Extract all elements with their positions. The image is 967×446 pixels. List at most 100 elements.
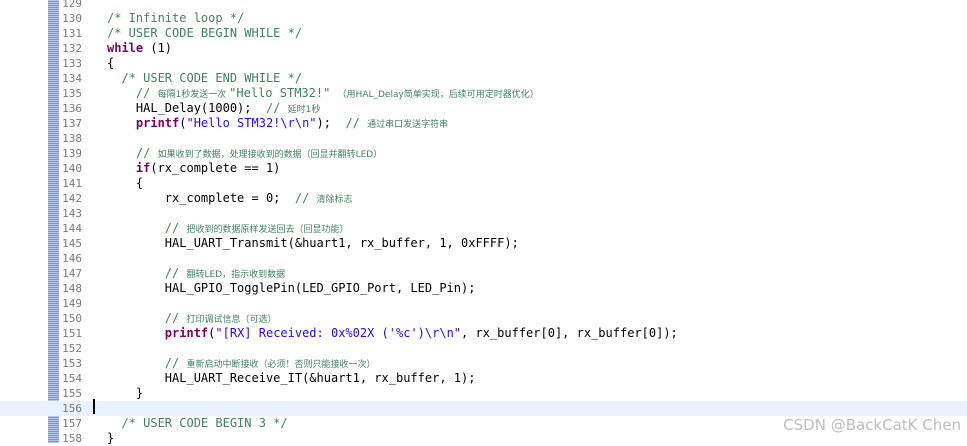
line-number: 133 — [62, 57, 82, 70]
line-number: 134 — [62, 72, 82, 85]
code-token: 翻转LED，指示收到数据 — [186, 270, 286, 280]
code-token: // — [107, 266, 187, 280]
code-line[interactable]: 142 rx_complete = 0; // 清除标志 — [0, 191, 967, 206]
line-number: 140 — [62, 162, 82, 175]
code-token: 如果收到了数据，处理接收到的数据（回显并翻转LED） — [157, 150, 383, 160]
code-line[interactable]: 151 printf("[RX] Received: 0x%02X ('%c')… — [0, 326, 967, 341]
code-text: { — [107, 56, 114, 71]
code-line[interactable]: 153 // 重新启动中断接收（必须！否则只能接收一次） — [0, 356, 967, 371]
code-line[interactable]: 137 printf("Hello STM32!\r\n"); // 通过串口发… — [0, 116, 967, 131]
code-line[interactable]: 147 // 翻转LED，指示收到数据 — [0, 266, 967, 281]
code-editor[interactable]: 129 130 /* Infinite loop */ 131 /* USER CODE… — [0, 0, 967, 446]
line-number: 129 — [62, 0, 82, 10]
line-number: 137 — [62, 117, 82, 130]
line-number: 151 — [62, 327, 82, 340]
line-number: 153 — [62, 357, 82, 370]
line-number: 130 — [62, 12, 82, 25]
line-number: 149 — [62, 297, 82, 310]
code-token: printf — [107, 326, 209, 340]
code-text: } — [107, 431, 114, 446]
code-token: （用HAL_Delay简单实现，后续可用定时器优化） — [337, 90, 539, 100]
code-line[interactable]: 132 while (1) — [0, 41, 967, 56]
line-number: 154 — [62, 372, 82, 385]
code-text: HAL_UART_Transmit(&huart1, rx_buffer, 1,… — [107, 236, 519, 251]
code-token: (rx_complete == 1) — [150, 161, 281, 175]
code-text: /* USER CODE BEGIN 3 */ — [107, 416, 288, 431]
code-token: } — [107, 386, 144, 400]
code-token: // — [107, 221, 187, 235]
code-token: /* Infinite loop */ — [107, 11, 245, 25]
code-line[interactable]: 144 // 把收到的数据原样发送回去（回显功能） — [0, 221, 967, 236]
code-token: 把收到的数据原样发送回去（回显功能） — [186, 225, 349, 235]
line-number: 141 — [62, 177, 82, 190]
code-line[interactable]: 141 { — [0, 176, 967, 191]
code-token: // — [107, 146, 158, 160]
code-token: HAL_Delay(1000); — [107, 101, 266, 115]
code-token: "Hello STM32!" — [229, 86, 338, 100]
code-line[interactable]: 136 HAL_Delay(1000); // 延时1秒 — [0, 101, 967, 116]
code-token: 打印调试信息（可选） — [186, 315, 277, 325]
code-token: { — [107, 176, 144, 190]
code-token: // — [345, 116, 368, 130]
code-token: printf — [107, 116, 180, 130]
line-number: 146 — [62, 252, 82, 265]
code-token: 延时1秒 — [287, 105, 321, 115]
line-number: 143 — [62, 207, 82, 220]
line-number: 150 — [62, 312, 82, 325]
code-line[interactable]: 145 HAL_UART_Transmit(&huart1, rx_buffer… — [0, 236, 967, 251]
code-token: , rx_buffer[0], rx_buffer[0]); — [461, 326, 678, 340]
code-token: HAL_GPIO_TogglePin(LED_GPIO_Port, LED_Pi… — [107, 281, 476, 295]
line-number: 156 — [62, 402, 82, 415]
code-line[interactable]: 135 // 每隔1秒发送一次 "Hello STM32!" （用HAL_Del… — [0, 86, 967, 101]
watermark: CSDN @BackCatK Chen — [783, 416, 961, 434]
code-line[interactable]: 148 HAL_GPIO_TogglePin(LED_GPIO_Port, LE… — [0, 281, 967, 296]
code-line[interactable]: 152 — [0, 341, 967, 356]
code-token: // — [294, 191, 317, 205]
code-line[interactable]: 154 HAL_UART_Receive_IT(&huart1, rx_buff… — [0, 371, 967, 386]
line-number: 136 — [62, 102, 82, 115]
line-number: 131 — [62, 27, 82, 40]
code-token: 重新启动中断接收（必须！否则只能接收一次） — [186, 360, 376, 370]
line-number: 132 — [62, 42, 82, 55]
code-line[interactable]: 138 — [0, 131, 967, 146]
code-line[interactable]: 149 — [0, 296, 967, 311]
code-token: { — [107, 56, 115, 70]
code-line[interactable]: 140 if(rx_complete == 1) — [0, 161, 967, 176]
line-number: 139 — [62, 147, 82, 160]
line-number: 158 — [62, 432, 82, 445]
code-line[interactable]: 134 /* USER CODE END WHILE */ — [0, 71, 967, 86]
code-token: /* USER CODE BEGIN 3 */ — [107, 416, 288, 430]
line-number: 138 — [62, 132, 82, 145]
code-text: /* USER CODE END WHILE */ — [107, 71, 302, 86]
code-token: "[RX] Received: 0x%02X ('%c')\r\n" — [215, 326, 462, 340]
code-token: while — [107, 41, 144, 55]
code-token: rx_complete = 0; — [107, 191, 295, 205]
code-text: /* USER CODE BEGIN WHILE */ — [107, 26, 302, 41]
code-line[interactable]: 146 — [0, 251, 967, 266]
code-line[interactable]: 143 — [0, 206, 967, 221]
code-token: "Hello STM32!\r\n" — [186, 116, 317, 130]
code-token: ); — [316, 116, 346, 130]
code-token: 通过串口发送字符串 — [367, 120, 449, 130]
code-line[interactable]: 150 // 打印调试信息（可选） — [0, 311, 967, 326]
code-token: 清除标志 — [316, 195, 353, 205]
code-line[interactable]: 131 /* USER CODE BEGIN WHILE */ — [0, 26, 967, 41]
code-text: } — [107, 386, 143, 401]
code-text: /* Infinite loop */ — [107, 11, 244, 26]
line-number: 147 — [62, 267, 82, 280]
code-line[interactable]: 129 — [0, 0, 967, 11]
code-line[interactable]: 139 // 如果收到了数据，处理接收到的数据（回显并翻转LED） — [0, 146, 967, 161]
line-number: 157 — [62, 417, 82, 430]
text-cursor — [93, 399, 95, 414]
code-token: /* USER CODE BEGIN WHILE */ — [107, 26, 303, 40]
code-token: /* USER CODE END WHILE */ — [107, 71, 303, 85]
code-line[interactable]: 130 /* Infinite loop */ — [0, 11, 967, 26]
code-line[interactable]: 133 { — [0, 56, 967, 71]
line-number: 148 — [62, 282, 82, 295]
line-number: 144 — [62, 222, 82, 235]
code-token: if — [107, 161, 151, 175]
code-line[interactable]: 156 — [0, 401, 967, 416]
code-line[interactable]: 155 } — [0, 386, 967, 401]
line-number: 152 — [62, 342, 82, 355]
code-token: HAL_UART_Receive_IT(&huart1, rx_buffer, … — [107, 371, 476, 385]
